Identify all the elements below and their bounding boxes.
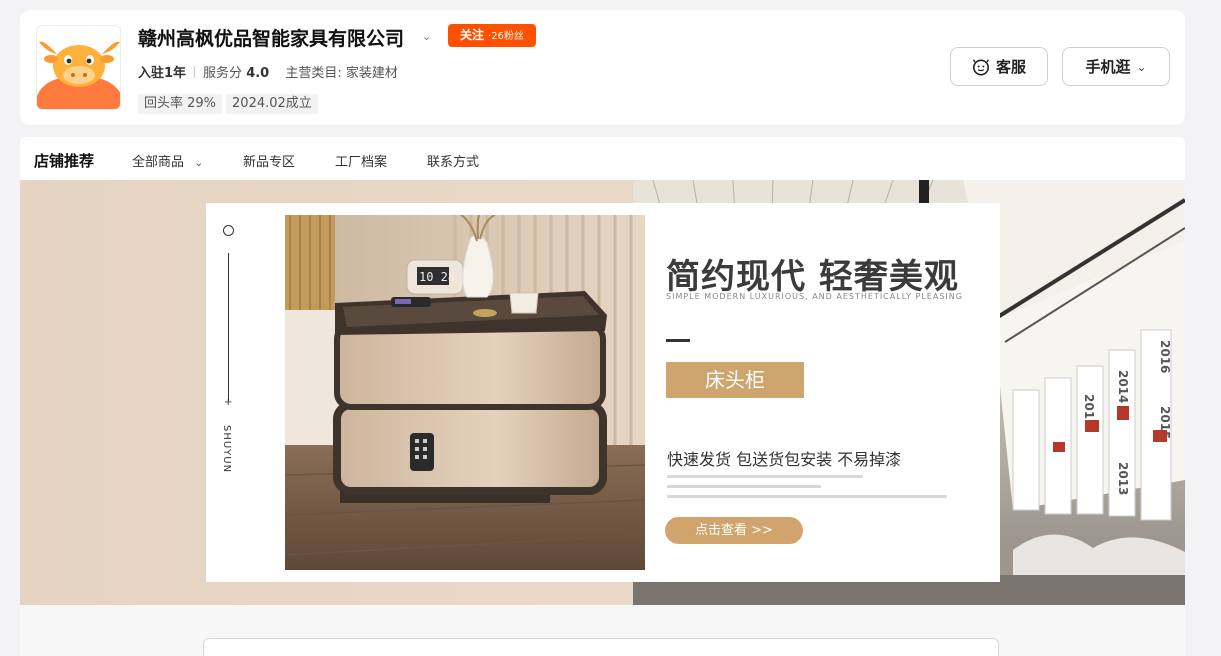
vertical-brand-text: SHUYUN [221,425,232,474]
repurchase-rate-tag: 回头率 29% [138,94,223,114]
wall-year-2014: 2014 [1116,370,1130,403]
banner-features: 快速发货 包送货包安装 不易掉漆 [667,450,902,469]
wall-year-2013: 2013 [1116,462,1130,495]
founded-date-tag: 2024.02成立 [226,94,318,114]
view-details-button[interactable]: 点击查看 >> [665,517,803,544]
service-score-label: 服务分 [203,66,243,81]
banner-headline: 简约现代 轻奢美观 [666,257,959,297]
lower-section [20,605,1185,656]
vertical-line [228,253,229,401]
banner-subline: SIMPLE MODERN LUXURIOUS, AND AESTHETICAL… [666,292,963,301]
mobile-browse-label: 手机逛 [1085,58,1131,76]
plus-mark: + [224,397,233,408]
nav-contact[interactable]: 联系方式 [427,151,479,170]
nightstand-photo: 10 28 [285,215,645,570]
divider [194,66,196,78]
nav-all-products[interactable]: 全部商品 ⌄ [132,151,203,170]
shop-name[interactable]: 赣州高枫优品智能家具有限公司 [138,24,404,51]
banner-panel: + SHUYUN 10 28 简约现代 轻奢美观 SIMPLE MODERN L… [206,203,1000,582]
service-face-icon [972,58,990,75]
mobile-browse-button[interactable]: 手机逛 ⌄ [1062,47,1170,86]
shop-header-card: 赣州高枫优品智能家具有限公司 ⌄ 关注 ·26粉丝 入驻1年 服务分 4.0 主营类… [20,10,1185,125]
ox-mascot-icon [37,41,120,109]
follow-label: 关注 [460,28,485,42]
product-category-badge: 床头柜 [666,362,804,398]
fine-print-lines [667,475,947,505]
dash-ornament [666,339,690,342]
nightstand-illustration: 10 28 [285,215,645,570]
nav-factory-profile[interactable]: 工厂档案 [335,151,387,170]
nav-shop-recommend[interactable]: 店铺推荐 [34,150,94,171]
ring-ornament [223,225,234,236]
chevron-down-icon: ⌄ [194,156,204,169]
main-category: 主营类目: 家装建材 [285,66,398,81]
shop-tags: 回头率 29% 2024.02成立 [138,92,322,114]
shop-tenure: 入驻1年 [138,66,187,81]
wall-year-2016: 2016 [1158,340,1172,373]
shop-meta: 入驻1年 服务分 4.0 主营类目: 家装建材 [138,62,398,81]
customer-service-button[interactable]: 客服 [950,47,1048,86]
chevron-down-icon: ⌄ [1136,59,1147,74]
shop-nav: 店铺推荐 全部商品 ⌄ 新品专区 工厂档案 联系方式 [20,137,1185,180]
follow-button[interactable]: 关注 ·26粉丝 [448,24,536,47]
content-card [203,638,999,656]
nav-new-products[interactable]: 新品专区 [243,151,295,170]
fans-count: ·26粉丝 [488,31,524,42]
promo-banner[interactable]: 2016 2015 2014 2013 2012 + SHUYUN 10 28 … [20,180,1185,605]
customer-service-label: 客服 [995,58,1026,76]
service-score-value: 4.0 [246,66,270,81]
chevron-down-icon[interactable]: ⌄ [422,30,431,43]
nav-item-label: 全部商品 [132,155,185,170]
shop-logo[interactable] [36,25,121,110]
clock-digits: 10 28 [419,270,455,284]
